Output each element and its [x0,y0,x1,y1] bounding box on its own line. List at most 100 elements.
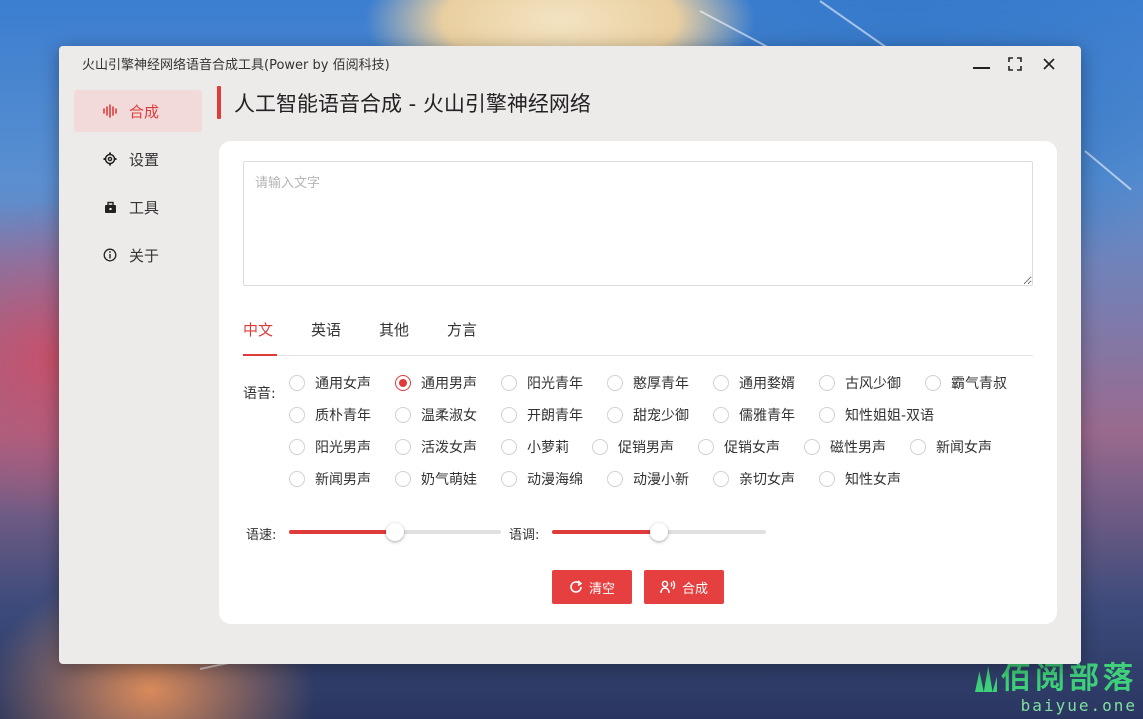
tab-chinese[interactable]: 中文 [243,319,273,340]
voice-option-label: 霸气青叔 [951,376,1007,392]
voice-options: 通用女声 通用男声 阳光青年 憨厚青年 通用婺婿 古风少御 霸气青叔质朴青年 温柔淑女 开朗青年… [289,373,1049,503]
radio-button[interactable] [289,375,305,391]
voice-option-label: 动漫小新 [633,472,689,488]
voice-option[interactable]: 动漫海绵 [501,469,583,489]
watermark: 佰阅部落 baiyue.one [975,662,1137,715]
radio-button[interactable] [713,471,729,487]
radio-button[interactable] [819,407,835,423]
radio-button[interactable] [819,375,835,391]
synthesize-button[interactable]: 合成 [644,570,724,604]
voice-option[interactable]: 质朴青年 [289,405,371,425]
radio-button[interactable] [819,471,835,487]
radio-button[interactable] [698,439,714,455]
voice-option[interactable]: 小萝莉 [501,437,569,457]
voice-option-label: 质朴青年 [315,408,371,424]
text-input[interactable] [243,161,1033,286]
radio-button[interactable] [713,375,729,391]
radio-button[interactable] [395,407,411,423]
voice-option[interactable]: 儒雅青年 [713,405,795,425]
synthesize-button-label: 合成 [681,581,708,597]
sidebar: 合成 设置 工具 关于 [74,90,202,282]
close-button[interactable] [1038,54,1060,74]
radio-button[interactable] [289,407,305,423]
radio-button[interactable] [925,375,941,391]
wallpaper-rigging [1084,150,1132,191]
voice-label: 语音: [243,386,276,402]
voice-option[interactable]: 新闻男声 [289,469,371,489]
voice-option[interactable]: 促销女声 [698,437,780,457]
maximize-icon [1008,57,1022,71]
radio-button[interactable] [395,439,411,455]
sidebar-item-tools[interactable]: 工具 [74,186,202,228]
radio-button[interactable] [289,439,305,455]
voice-option[interactable]: 知性女声 [819,469,901,489]
voice-option[interactable]: 活泼女声 [395,437,477,457]
voice-option[interactable]: 磁性男声 [804,437,886,457]
voice-option[interactable]: 开朗青年 [501,405,583,425]
speed-label: 语速: [246,528,277,543]
pitch-label: 语调: [509,528,540,543]
voice-option-label: 活泼女声 [421,440,477,456]
voice-option[interactable]: 通用婺婿 [713,373,795,393]
radio-button[interactable] [395,471,411,487]
radio-button[interactable] [910,439,926,455]
voice-option[interactable]: 动漫小新 [607,469,689,489]
voice-option[interactable]: 亲切女声 [713,469,795,489]
voice-option[interactable]: 甜宠少御 [607,405,689,425]
pitch-slider[interactable] [552,523,766,541]
voice-option[interactable]: 知性姐姐-双语 [819,405,934,425]
voice-option[interactable]: 通用男声 [395,373,477,393]
title-accent-bar [217,86,221,119]
voice-option-label: 小萝莉 [527,440,569,456]
radio-button[interactable] [804,439,820,455]
watermark-logo-icon [975,666,997,692]
sidebar-item-label: 关于 [129,246,160,265]
radio-button[interactable] [395,375,411,391]
radio-button[interactable] [501,407,517,423]
voice-option[interactable]: 奶气萌娃 [395,469,477,489]
radio-button[interactable] [289,471,305,487]
toolbox-icon [102,199,118,215]
radio-button[interactable] [501,439,517,455]
voice-option[interactable]: 古风少御 [819,373,901,393]
voice-option[interactable]: 促销男声 [592,437,674,457]
speed-slider-fill [289,530,395,534]
voice-option-label: 促销男声 [618,440,674,456]
voice-option[interactable]: 温柔淑女 [395,405,477,425]
radio-button[interactable] [592,439,608,455]
sidebar-item-synthesize[interactable]: 合成 [74,90,202,132]
radio-button[interactable] [501,375,517,391]
synthesis-panel: 中文 英语 其他 方言 语音: 通用女声 通用男声 阳光青年 憨厚青年 通用婺婿 古风少御… [219,141,1057,624]
voice-option-label: 憨厚青年 [633,376,689,392]
voice-option[interactable]: 通用女声 [289,373,371,393]
pitch-slider-handle[interactable] [650,523,668,541]
app-window: 火山引擎神经网络语音合成工具(Power by 佰阅科技) 合成 设置 工具 关… [59,46,1081,664]
radio-button[interactable] [607,471,623,487]
voice-option[interactable]: 阳光青年 [501,373,583,393]
radio-button[interactable] [607,407,623,423]
radio-button[interactable] [713,407,729,423]
voice-option[interactable]: 霸气青叔 [925,373,1007,393]
speaker-voice-icon [660,580,676,594]
active-tab-indicator [243,354,277,356]
maximize-button[interactable] [1004,54,1026,74]
speed-slider[interactable] [289,523,501,541]
sidebar-item-about[interactable]: 关于 [74,234,202,276]
watermark-cn: 佰阅部落 [1001,661,1137,696]
tab-english[interactable]: 英语 [311,319,341,340]
voice-option[interactable]: 新闻女声 [910,437,992,457]
speed-slider-handle[interactable] [386,523,404,541]
tab-other[interactable]: 其他 [379,319,409,340]
clear-button[interactable]: 清空 [552,570,632,604]
voice-option[interactable]: 憨厚青年 [607,373,689,393]
radio-button[interactable] [607,375,623,391]
minimize-button[interactable] [970,54,992,74]
tab-dialect[interactable]: 方言 [447,319,477,340]
sidebar-item-settings[interactable]: 设置 [74,138,202,180]
clear-button-label: 清空 [588,581,615,597]
voice-option-label: 亲切女声 [739,472,795,488]
voice-option[interactable]: 阳光男声 [289,437,371,457]
voice-option-label: 知性女声 [845,472,901,488]
refresh-icon [569,580,583,594]
radio-button[interactable] [501,471,517,487]
